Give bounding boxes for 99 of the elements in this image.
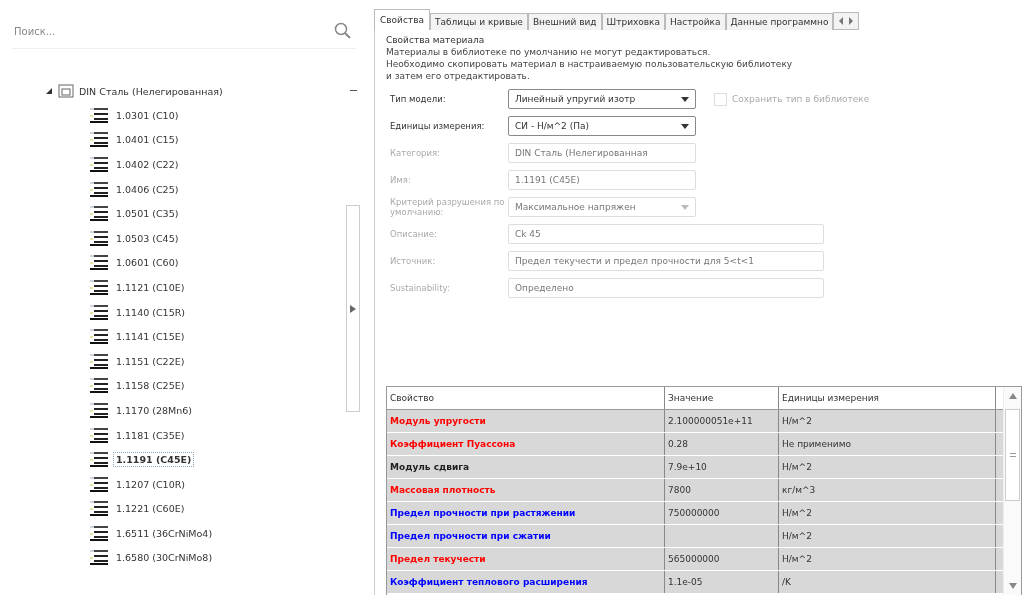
search-icon[interactable] [334, 22, 352, 40]
tab[interactable]: Внешний вид [527, 13, 602, 30]
tree-item[interactable]: 1.0402 (C22) [113, 157, 182, 172]
column-header: Значение [665, 387, 779, 409]
column-header: Единицы измерения [779, 387, 996, 409]
tree-item[interactable]: 1.1121 (C10E) [113, 279, 188, 295]
tree-item[interactable]: 1.1158 (C25E) [113, 378, 188, 394]
field-label: Тип модели: [389, 94, 447, 104]
table-cell: Н/м^2 [779, 525, 996, 547]
material-icon [89, 352, 109, 370]
table-cell: 565000000 [665, 548, 779, 570]
tab[interactable]: Данные программно [725, 13, 834, 30]
tab[interactable]: Свойства [374, 9, 430, 30]
dropdown[interactable]: Линейный упругий изотр [508, 89, 696, 109]
material-icon [89, 377, 109, 395]
field-label: Категория: [389, 148, 441, 158]
material-icon [89, 328, 109, 346]
table-cell: Н/м^2 [779, 410, 996, 432]
field-label: Имя: [389, 175, 412, 185]
table-cell: Н/м^2 [779, 456, 996, 478]
table-cell: Предел прочности при растяжении [387, 502, 665, 524]
field-label: Sustainability: [389, 283, 451, 293]
material-icon [89, 500, 109, 518]
expander-icon[interactable] [45, 87, 53, 95]
table-cell: кг/м^3 [779, 479, 996, 501]
tree-item[interactable]: 1.1170 (28Mn6) [113, 402, 196, 418]
table-cell: Н/м^2 [779, 548, 996, 570]
caret-icon [681, 204, 689, 210]
tree-item[interactable]: 1.1141 (C15E) [113, 329, 188, 345]
tree-item[interactable]: 1.0503 (C45) [113, 230, 182, 246]
scrollbar[interactable] [1003, 387, 1021, 595]
table-cell: Массовая плотность [387, 479, 665, 501]
material-icon [89, 180, 109, 198]
table-cell: Предел прочности при сжатии [387, 525, 665, 547]
tab-scroll-arrows[interactable] [833, 12, 860, 30]
down-arrow-icon[interactable] [1008, 583, 1017, 589]
material-icon [89, 131, 109, 149]
material-icon [89, 229, 109, 247]
tree-item[interactable]: 1.1181 (C35E) [113, 427, 188, 443]
tree-item[interactable]: 1.0601 (C60) [113, 255, 182, 271]
table-cell: Предел текучести [387, 548, 665, 570]
material-icon [89, 426, 109, 444]
dropdown[interactable]: СИ - Н/м^2 (Па) [508, 116, 696, 136]
search-field[interactable]: Поиск... [12, 24, 334, 38]
splitter-handle[interactable] [346, 205, 360, 412]
tree-item[interactable]: 1.0301 (C10) [113, 107, 182, 123]
library-icon [58, 83, 74, 99]
material-icon [89, 156, 109, 173]
tree-item[interactable]: 1.1191 (C45E) [113, 452, 195, 468]
table-cell: /K [779, 571, 996, 593]
material-icon [89, 549, 109, 567]
field-label: Источник: [389, 256, 437, 266]
tree-item[interactable]: 1.1140 (C15R) [113, 304, 188, 320]
material-icon [89, 254, 109, 272]
tree-item[interactable]: 1.1221 (C60E) [113, 501, 188, 517]
table-cell: 0.28 [665, 433, 779, 455]
tree-item[interactable]: 1.1151 (C22E) [113, 353, 188, 369]
table-cell: Коэффициент Пуассона [387, 433, 665, 455]
material-icon [89, 401, 109, 419]
tree-item[interactable]: 1.0401 (C15) [113, 132, 182, 148]
section-title: Свойства материала [386, 34, 486, 46]
field-label: Единицы измерения: [389, 121, 486, 131]
material-icon [89, 205, 109, 223]
field-label: Описание: [389, 229, 438, 239]
notice-text: и затем его отредактировать. [386, 70, 531, 82]
tab[interactable]: Настройка [665, 13, 726, 30]
up-arrow-icon[interactable] [1008, 393, 1017, 399]
table-cell: 2.100000051e+11 [665, 410, 779, 432]
table-cell: Коэффициент теплового расширения [387, 571, 665, 593]
tab[interactable]: Таблицы и кривые [429, 13, 528, 30]
table-cell: Н/м^2 [779, 502, 996, 524]
tab[interactable]: Штриховка [601, 13, 666, 30]
table-cell: Не применимо [779, 433, 996, 455]
caret-icon [681, 123, 689, 129]
material-icon [89, 475, 109, 493]
grip-icon [1009, 453, 1016, 457]
tree-item[interactable]: 1.6511 (36CrNiMo4) [113, 525, 216, 541]
tree-item[interactable]: 1.0406 (C25) [113, 181, 182, 197]
tree-item[interactable]: 1.1207 (C10R) [113, 476, 188, 492]
table-cell: Модуль упругости [387, 410, 665, 432]
notice-text: Необходимо скопировать материал в настраиваемую пользовательскую библиотеку [386, 58, 794, 70]
checkbox-label: Сохранить тип в библиотеке [732, 94, 870, 104]
column-header: Свойство [387, 387, 665, 409]
material-icon [89, 106, 109, 124]
tree-item[interactable]: 1.0501 (C35) [113, 206, 182, 222]
field-label: Критерий разрушения по умолчанию: [389, 197, 506, 217]
table-cell: 1.1e-05 [665, 571, 779, 593]
material-icon [89, 278, 109, 296]
tree-item[interactable]: DIN Сталь (Нелегированная) [79, 85, 223, 97]
tree-item[interactable]: 1.6580 (30CrNiMo8) [113, 550, 216, 566]
table-cell: 7800 [665, 479, 779, 501]
material-icon [89, 451, 109, 469]
material-icon [89, 524, 109, 542]
table-cell: 7.9e+10 [665, 456, 779, 478]
caret-icon [681, 96, 689, 102]
table-cell: 750000000 [665, 502, 779, 524]
material-icon [89, 303, 109, 321]
notice-text: Материалы в библиотеке по умолчанию не могут редактироваться. [386, 46, 712, 58]
table-cell: Модуль сдвига [387, 456, 665, 478]
